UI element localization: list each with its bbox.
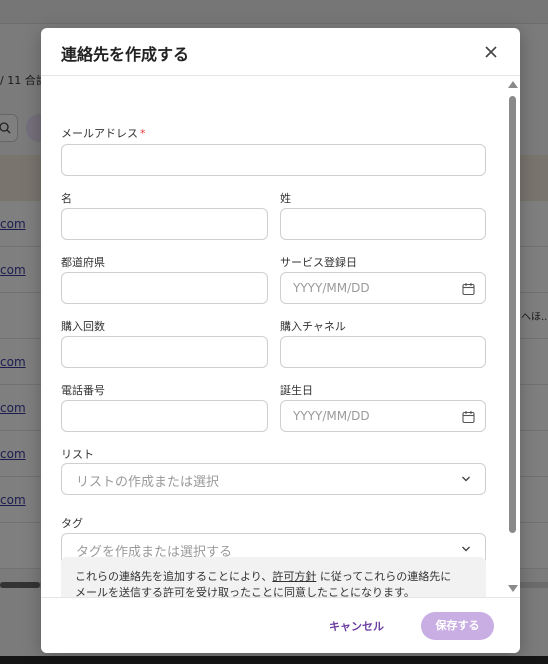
email-field[interactable]: [61, 144, 486, 176]
chevron-down-icon: [462, 546, 470, 552]
phone-label: 電話番号: [61, 384, 105, 397]
dialog-footer: キャンセル 保存する: [41, 597, 520, 653]
close-button[interactable]: [481, 42, 501, 62]
first-name-label: 名: [61, 192, 72, 205]
calendar-icon[interactable]: [462, 282, 475, 296]
calendar-icon[interactable]: [462, 410, 475, 424]
birthday-label: 誕生日: [280, 384, 313, 397]
signup-date-label: サービス登録日: [280, 256, 357, 269]
consent-text: これらの連絡先を追加することにより、: [75, 570, 273, 583]
purchase-channel-field[interactable]: [280, 336, 486, 368]
scrollbar-thumb[interactable]: [509, 96, 516, 533]
list-label: リスト: [61, 448, 94, 461]
signup-date-placeholder: YYYY/MM/DD: [293, 281, 370, 295]
last-name-label: 姓: [280, 192, 291, 205]
purchase-count-field[interactable]: [61, 336, 268, 368]
dialog-header: 連絡先を作成する: [41, 28, 520, 76]
phone-field[interactable]: [61, 400, 268, 432]
list-placeholder: リストの作成または選択: [76, 475, 220, 490]
dialog-body: メールアドレス * 名 姓 都道府県 サービス登録日 YYYY/MM/DD 購入回…: [41, 77, 520, 597]
cancel-button[interactable]: キャンセル: [329, 618, 384, 634]
chevron-down-icon: [462, 476, 470, 482]
email-label: メールアドレス *: [61, 127, 146, 140]
close-icon: [485, 46, 497, 58]
prefecture-label: 都道府県: [61, 256, 105, 269]
first-name-field[interactable]: [61, 208, 268, 240]
purchase-channel-label: 購入チャネル: [280, 320, 346, 333]
create-contact-dialog: 連絡先を作成する メールアドレス * 名 姓 都道府県 サービス登録日 YYYY/…: [41, 28, 520, 653]
tags-label: タグ: [61, 517, 83, 530]
policy-link[interactable]: 許可方針: [272, 570, 316, 583]
purchase-count-label: 購入回数: [61, 320, 105, 333]
dialog-title: 連絡先を作成する: [61, 45, 190, 64]
scroll-down-arrow-icon[interactable]: [508, 585, 518, 592]
save-button[interactable]: 保存する: [421, 612, 494, 640]
consent-text: に従ってこれらの連絡先に: [316, 570, 452, 583]
last-name-field[interactable]: [280, 208, 486, 240]
scroll-up-arrow-icon[interactable]: [508, 81, 518, 88]
required-mark: *: [140, 127, 146, 140]
birthday-placeholder: YYYY/MM/DD: [293, 409, 370, 423]
signup-date-field[interactable]: YYYY/MM/DD: [280, 272, 486, 304]
birthday-field[interactable]: YYYY/MM/DD: [280, 400, 486, 432]
prefecture-field[interactable]: [61, 272, 268, 304]
dialog-scrollbar[interactable]: [506, 81, 520, 592]
list-select[interactable]: リストの作成または選択: [61, 463, 486, 495]
